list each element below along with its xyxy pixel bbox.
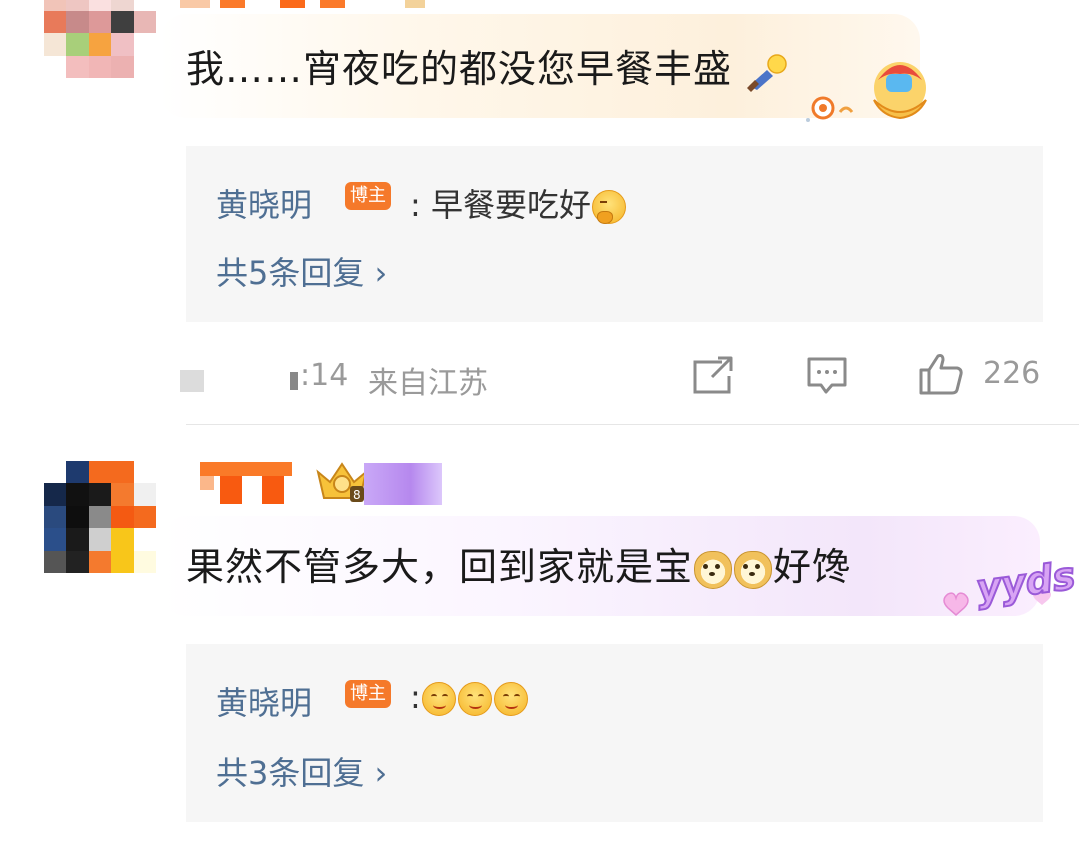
reply-text: : 早餐要吃好	[410, 180, 627, 226]
reply-text: :	[410, 678, 529, 716]
comment-text: 果然不管多大，回到家就是宝 好馋	[186, 545, 852, 589]
view-more-replies-link[interactable]: 共5条回复 ›	[216, 248, 387, 294]
comment-text: 我……宵夜吃的都没您早餐丰盛	[186, 38, 789, 93]
commenter-name-redacted[interactable]	[200, 462, 292, 504]
svg-text:8: 8	[353, 488, 361, 502]
commenter-avatar[interactable]	[44, 0, 156, 78]
vip-crown-badge-icon: 8	[314, 458, 370, 506]
yyds-sticker-icon: yyds	[938, 552, 1079, 624]
commenter-avatar[interactable]	[44, 461, 156, 573]
comment-time: :14	[300, 358, 349, 393]
view-more-replies-link[interactable]: 共3条回复 ›	[216, 748, 387, 794]
comment-frame-sticker	[800, 60, 940, 130]
reply-author-name[interactable]: 黄晓明	[216, 678, 312, 724]
redacted-username-tag	[364, 463, 442, 505]
smile-emoji-icon	[421, 682, 456, 716]
doge-emoji-icon	[734, 550, 773, 589]
comment-icon[interactable]	[806, 356, 848, 396]
smile-emoji-icon	[493, 682, 528, 716]
comment-divider	[186, 424, 1079, 425]
thinking-emoji-icon	[591, 190, 626, 224]
reply-preview-box[interactable]	[186, 644, 1043, 822]
reply-preview-box[interactable]	[186, 146, 1043, 322]
doge-emoji-icon	[694, 550, 733, 589]
rocket-sticker-icon	[745, 52, 789, 92]
author-badge: 博主	[345, 182, 391, 210]
like-count: 226	[983, 356, 1041, 391]
like-thumbs-up-icon[interactable]	[918, 352, 964, 396]
reply-author-name[interactable]: 黄晓明	[216, 180, 312, 226]
smile-emoji-icon	[457, 682, 492, 716]
author-badge: 博主	[345, 680, 391, 708]
redacted-date-block	[180, 370, 204, 392]
comment-location: 来自江苏	[368, 366, 488, 401]
share-icon[interactable]	[692, 356, 734, 394]
commenter-name-redacted[interactable]	[180, 0, 440, 8]
redacted-time-mark	[290, 372, 298, 390]
